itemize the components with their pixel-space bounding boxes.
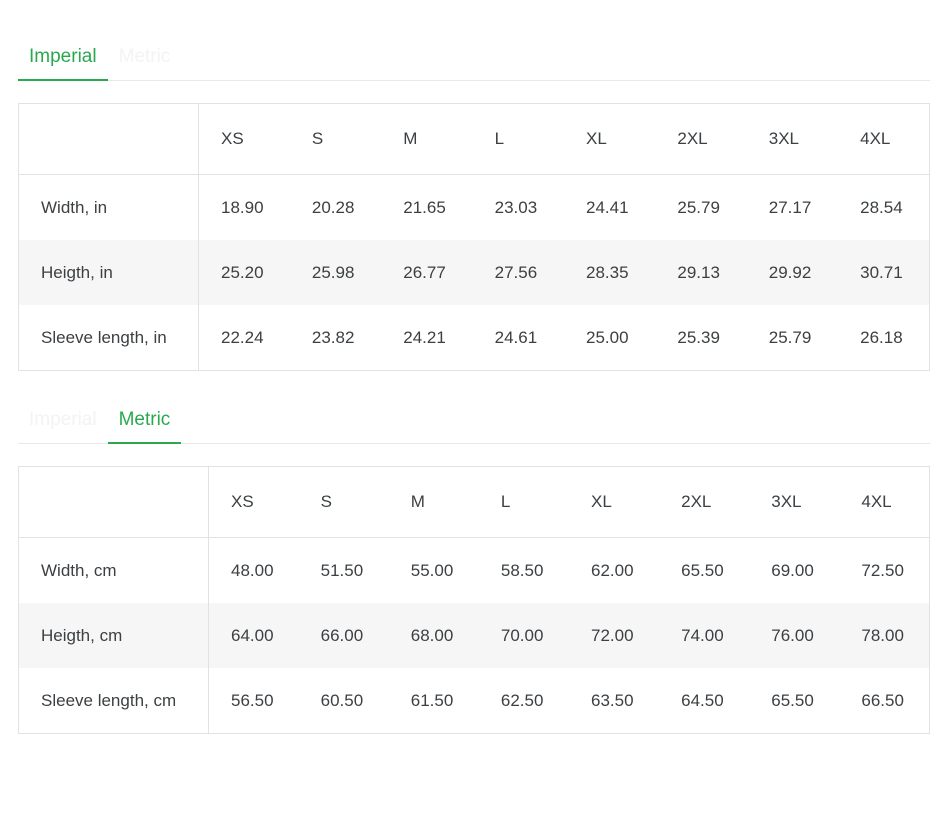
corner-cell xyxy=(19,104,199,175)
measurement-cell: 26.18 xyxy=(838,305,929,371)
measurement-cell: 61.50 xyxy=(389,668,479,734)
measurement-cell: 72.50 xyxy=(839,538,929,604)
measurement-cell: 72.00 xyxy=(569,603,659,668)
size-column-header: XS xyxy=(199,104,290,175)
table-row: Width, cm48.0051.5055.0058.5062.0065.506… xyxy=(19,538,930,604)
measurement-cell: 56.50 xyxy=(209,668,299,734)
measurement-cell: 74.00 xyxy=(659,603,749,668)
size-column-header: S xyxy=(290,104,381,175)
size-column-header: 3XL xyxy=(749,467,839,538)
table-row: Width, in18.9020.2821.6523.0324.4125.792… xyxy=(19,175,930,241)
measurement-cell: 25.79 xyxy=(655,175,746,241)
row-label: Heigth, in xyxy=(19,240,199,305)
measurement-cell: 25.00 xyxy=(564,305,655,371)
measurement-cell: 65.50 xyxy=(659,538,749,604)
row-label: Sleeve length, in xyxy=(19,305,199,371)
size-column-header: XS xyxy=(209,467,299,538)
measurement-cell: 27.17 xyxy=(747,175,838,241)
measurement-cell: 18.90 xyxy=(199,175,290,241)
measurement-cell: 65.50 xyxy=(749,668,839,734)
measurement-cell: 28.35 xyxy=(564,240,655,305)
measurement-cell: 30.71 xyxy=(838,240,929,305)
measurement-cell: 25.79 xyxy=(747,305,838,371)
size-column-header: 2XL xyxy=(659,467,749,538)
tab-metric[interactable]: Metric xyxy=(108,36,182,81)
table-row: Heigth, cm64.0066.0068.0070.0072.0074.00… xyxy=(19,603,930,668)
measurement-cell: 66.50 xyxy=(839,668,929,734)
measurement-cell: 29.92 xyxy=(747,240,838,305)
measurement-cell: 21.65 xyxy=(381,175,472,241)
size-chart-page: Imperial Metric XSSMLXL2XL3XL4XLWidth, i… xyxy=(0,36,947,734)
measurement-cell: 63.50 xyxy=(569,668,659,734)
row-label: Heigth, cm xyxy=(19,603,209,668)
size-column-header: L xyxy=(479,467,569,538)
size-column-header: M xyxy=(389,467,479,538)
measurement-cell: 26.77 xyxy=(381,240,472,305)
size-column-header: 4XL xyxy=(838,104,929,175)
measurement-cell: 20.28 xyxy=(290,175,381,241)
measurement-cell: 25.20 xyxy=(199,240,290,305)
measurement-cell: 55.00 xyxy=(389,538,479,604)
row-label: Width, cm xyxy=(19,538,209,604)
imperial-tabbar: Imperial Metric xyxy=(18,36,930,81)
corner-cell xyxy=(19,467,209,538)
table-row: Sleeve length, cm56.5060.5061.5062.5063.… xyxy=(19,668,930,734)
measurement-cell: 25.98 xyxy=(290,240,381,305)
size-column-header: L xyxy=(473,104,564,175)
measurement-cell: 23.82 xyxy=(290,305,381,371)
measurement-cell: 48.00 xyxy=(209,538,299,604)
size-column-header: XL xyxy=(569,467,659,538)
measurement-cell: 29.13 xyxy=(655,240,746,305)
tab-metric[interactable]: Metric xyxy=(108,399,182,444)
measurement-cell: 68.00 xyxy=(389,603,479,668)
tab-imperial[interactable]: Imperial xyxy=(18,399,108,444)
measurement-cell: 25.39 xyxy=(655,305,746,371)
measurement-cell: 60.50 xyxy=(299,668,389,734)
measurement-cell: 76.00 xyxy=(749,603,839,668)
table-row: Sleeve length, in22.2423.8224.2124.6125.… xyxy=(19,305,930,371)
measurement-cell: 66.00 xyxy=(299,603,389,668)
size-header-row: XSSMLXL2XL3XL4XL xyxy=(19,467,930,538)
measurement-cell: 22.24 xyxy=(199,305,290,371)
metric-size-table: XSSMLXL2XL3XL4XLWidth, cm48.0051.5055.00… xyxy=(18,466,930,734)
measurement-cell: 27.56 xyxy=(473,240,564,305)
measurement-cell: 64.50 xyxy=(659,668,749,734)
measurement-cell: 24.41 xyxy=(564,175,655,241)
size-column-header: 4XL xyxy=(839,467,929,538)
measurement-cell: 62.00 xyxy=(569,538,659,604)
metric-section: Imperial Metric XSSMLXL2XL3XL4XLWidth, c… xyxy=(18,399,930,734)
measurement-cell: 78.00 xyxy=(839,603,929,668)
size-column-header: M xyxy=(381,104,472,175)
measurement-cell: 24.61 xyxy=(473,305,564,371)
tab-imperial[interactable]: Imperial xyxy=(18,36,108,81)
measurement-cell: 28.54 xyxy=(838,175,929,241)
size-column-header: 2XL xyxy=(655,104,746,175)
row-label: Width, in xyxy=(19,175,199,241)
row-label: Sleeve length, cm xyxy=(19,668,209,734)
measurement-cell: 62.50 xyxy=(479,668,569,734)
imperial-size-table: XSSMLXL2XL3XL4XLWidth, in18.9020.2821.65… xyxy=(18,103,930,371)
measurement-cell: 69.00 xyxy=(749,538,839,604)
size-column-header: S xyxy=(299,467,389,538)
measurement-cell: 24.21 xyxy=(381,305,472,371)
metric-tabbar: Imperial Metric xyxy=(18,399,930,444)
measurement-cell: 70.00 xyxy=(479,603,569,668)
size-column-header: 3XL xyxy=(747,104,838,175)
measurement-cell: 23.03 xyxy=(473,175,564,241)
measurement-cell: 58.50 xyxy=(479,538,569,604)
imperial-section: Imperial Metric XSSMLXL2XL3XL4XLWidth, i… xyxy=(18,36,930,371)
size-header-row: XSSMLXL2XL3XL4XL xyxy=(19,104,930,175)
size-column-header: XL xyxy=(564,104,655,175)
measurement-cell: 64.00 xyxy=(209,603,299,668)
table-row: Heigth, in25.2025.9826.7727.5628.3529.13… xyxy=(19,240,930,305)
measurement-cell: 51.50 xyxy=(299,538,389,604)
